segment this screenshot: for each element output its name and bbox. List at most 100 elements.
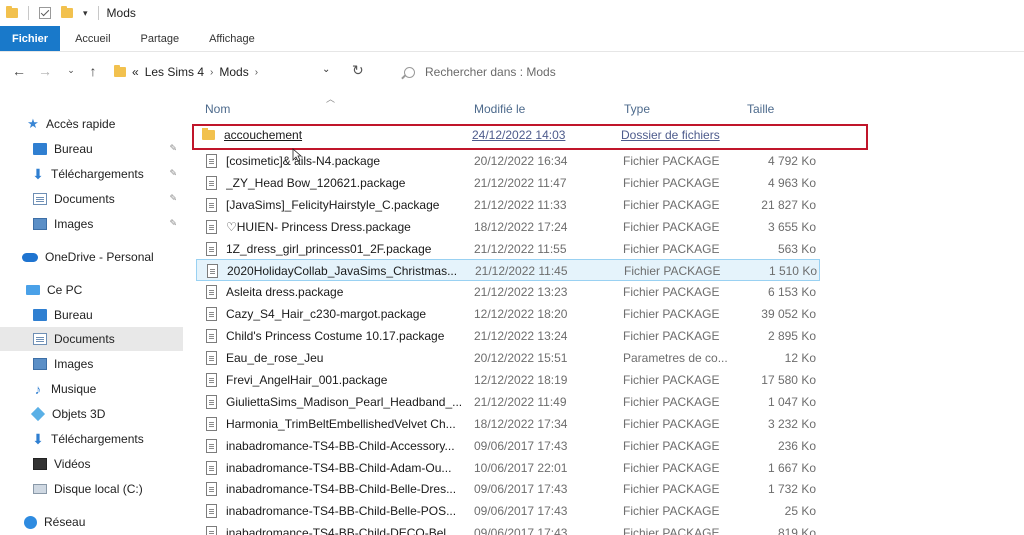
address-dropdown-chevron-icon[interactable]: ⌄ <box>322 64 330 75</box>
tab-fichier[interactable]: Fichier <box>0 26 61 51</box>
breadcrumb-separator-chevron-icon[interactable]: › <box>255 67 258 78</box>
file-name: accouchement <box>224 128 303 142</box>
column-header-type[interactable]: Type <box>624 98 650 120</box>
sidebar-item-label: OneDrive - Personal <box>45 250 154 264</box>
file-name: Eau_de_rose_Jeu <box>226 351 324 365</box>
column-header-size[interactable]: Taille <box>747 98 774 120</box>
refresh-icon[interactable]: ↻ <box>352 62 364 79</box>
image-icon <box>33 358 47 370</box>
pin-icon[interactable]: ✎ <box>169 143 177 154</box>
file-row[interactable]: inabadromance-TS4-BB-Child-Belle-POS... 0… <box>196 500 822 522</box>
sidebar-item-images-quick[interactable]: Images ✎ <box>0 212 183 236</box>
file-row[interactable]: Cazy_S4_Hair_c230-margot.package 12/12/20… <box>196 303 822 325</box>
file-row[interactable]: 2020HolidayCollab_JavaSims_Christmas... 2… <box>196 259 820 282</box>
sidebar-item-images[interactable]: Images <box>0 352 183 376</box>
toolbar-separator <box>97 6 99 20</box>
pin-icon[interactable]: ✎ <box>169 218 177 229</box>
file-icon <box>206 394 217 409</box>
file-row[interactable]: _ZY_Head Bow_120621.package 21/12/2022 11… <box>196 172 822 194</box>
sidebar-item-telechargements-quick[interactable]: ⬇ Téléchargements ✎ <box>0 162 183 186</box>
sidebar-item-ce-pc[interactable]: Ce PC <box>0 278 183 302</box>
file-modified-date: 21/12/2022 13:24 <box>474 329 568 344</box>
sidebar-item-label: Musique <box>51 382 97 396</box>
file-type: Fichier PACKAGE <box>623 307 720 322</box>
sidebar-item-reseau[interactable]: Réseau <box>0 510 183 534</box>
file-row[interactable]: inabadromance-TS4-BB-Child-Adam-Ou... 10/… <box>196 457 822 479</box>
sidebar-item-videos[interactable]: Vidéos <box>0 452 183 476</box>
file-row[interactable]: Asleita dress.package 21/12/2022 13:23 Fic… <box>196 281 822 303</box>
file-size: 819 Ko <box>777 526 816 535</box>
sidebar-item-musique[interactable]: ♪ Musique <box>0 377 183 401</box>
file-row[interactable]: 1Z_dress_girl_princess01_2F.package 21/12… <box>196 238 822 260</box>
file-row[interactable]: [JavaSims]_FelicityHairstyle_C.package 21… <box>196 194 822 216</box>
navigation-bar: ← → ⌄ ↑ « Les Sims 4 › Mods › ⌄ ↻ Recher… <box>0 52 1024 92</box>
sidebar-item-telechargements[interactable]: ⬇ Téléchargements <box>0 427 183 451</box>
file-row[interactable]: inabadromance-TS4-BB-Child-DECO-Bel... 09… <box>196 522 822 535</box>
customize-toolbar-chevron-icon[interactable]: ▾ <box>83 8 88 19</box>
new-folder-icon[interactable] <box>61 6 73 18</box>
sidebar-item-label: Vidéos <box>54 457 91 471</box>
tab-accueil[interactable]: Accueil <box>60 26 125 51</box>
download-icon: ⬇ <box>32 165 44 182</box>
sidebar-item-objets-3d[interactable]: Objets 3D <box>0 402 183 426</box>
sidebar-item-label: Objets 3D <box>52 407 106 421</box>
window-title: Mods <box>106 6 136 20</box>
file-row[interactable]: [cosimetic]& ails-N4.package 20/12/2022 1… <box>196 150 822 172</box>
breadcrumb-les-sims-4[interactable]: Les Sims 4 <box>145 65 204 79</box>
search-box[interactable]: Rechercher dans : Mods <box>398 60 658 84</box>
file-row[interactable]: Harmonia_TrimBeltEmbellishedVelvet Ch...… <box>196 413 822 435</box>
search-icon <box>404 66 415 78</box>
pin-icon[interactable]: ✎ <box>169 193 177 204</box>
download-icon: ⬇ <box>32 430 44 447</box>
sidebar-item-onedrive[interactable]: OneDrive - Personal <box>0 245 183 269</box>
folder-icon <box>114 65 126 77</box>
column-header-modified[interactable]: Modifié le <box>474 98 525 120</box>
sidebar-item-bureau[interactable]: Bureau <box>0 303 183 327</box>
file-row[interactable]: Frevi_AngelHair_001.package 12/12/2022 18… <box>196 369 822 391</box>
sort-ascending-chevron-icon: ︿ <box>326 94 336 104</box>
cloud-icon <box>22 252 38 262</box>
file-modified-date: 21/12/2022 13:23 <box>474 285 568 300</box>
file-type: Fichier PACKAGE <box>623 416 720 431</box>
up-arrow-icon[interactable]: ↑ <box>82 63 104 79</box>
file-name: Frevi_AngelHair_001.package <box>226 372 388 387</box>
file-modified-date: 21/12/2022 11:55 <box>474 241 567 256</box>
sidebar-item-label: Documents <box>54 192 115 206</box>
properties-check-icon[interactable] <box>39 7 51 19</box>
file-modified-date: 18/12/2022 17:34 <box>474 416 568 431</box>
file-row[interactable]: ♡HUIEN- Princess Dress.package 18/12/2022… <box>196 216 822 238</box>
file-size: 1 667 Ko <box>767 460 816 475</box>
file-modified-date: 20/12/2022 15:51 <box>474 351 568 365</box>
file-row[interactable]: Child's Princess Costume 10.17.package 21… <box>196 325 822 347</box>
tab-partage[interactable]: Partage <box>126 26 195 51</box>
forward-arrow-icon[interactable]: → <box>34 63 56 79</box>
file-name: GiuliettaSims_Madison_Pearl_Headband_... <box>226 394 463 409</box>
address-bar[interactable]: « Les Sims 4 › Mods › <box>108 60 372 84</box>
breadcrumb-overflow[interactable]: « <box>132 65 139 79</box>
file-name: 1Z_dress_girl_princess01_2F.package <box>226 241 432 256</box>
breadcrumb-separator-chevron-icon[interactable]: › <box>210 67 213 78</box>
sidebar-item-acces-rapide[interactable]: ★ Accès rapide <box>0 112 183 136</box>
file-modified-date: 10/06/2017 22:01 <box>474 460 568 475</box>
tab-affichage[interactable]: Affichage <box>194 26 270 51</box>
file-type: Fichier PACKAGE <box>623 153 720 168</box>
file-row[interactable]: GiuliettaSims_Madison_Pearl_Headband_...… <box>196 391 822 413</box>
file-row[interactable]: Eau_de_rose_Jeu 20/12/2022 15:51 Parametre… <box>196 347 822 369</box>
sidebar-item-documents[interactable]: Documents <box>0 327 183 351</box>
recent-locations-chevron-icon[interactable]: ⌄ <box>60 65 82 76</box>
search-input[interactable]: Rechercher dans : Mods <box>425 65 556 79</box>
sidebar-item-disque-local[interactable]: Disque local (C:) <box>0 477 183 501</box>
pin-icon[interactable]: ✎ <box>169 168 177 179</box>
file-row[interactable]: inabadromance-TS4-BB-Child-Accessory... 0… <box>196 435 822 457</box>
back-arrow-icon[interactable]: ← <box>8 63 30 79</box>
file-name: inabadromance-TS4-BB-Child-Belle-Dres... <box>226 482 457 497</box>
sidebar-item-documents-quick[interactable]: Documents ✎ <box>0 187 183 211</box>
file-row[interactable]: inabadromance-TS4-BB-Child-Belle-Dres...… <box>196 478 822 500</box>
file-modified-date: 20/12/2022 16:34 <box>474 153 568 168</box>
sidebar-item-bureau-quick[interactable]: Bureau ✎ <box>0 137 183 161</box>
breadcrumb-mods[interactable]: Mods <box>219 65 248 79</box>
folder-row[interactable]: accouchement 24/12/2022 14:03 Dossier de f… <box>192 124 868 150</box>
column-header-name[interactable]: Nom <box>205 98 230 120</box>
file-icon <box>206 307 217 322</box>
file-type: Fichier PACKAGE <box>624 264 721 279</box>
